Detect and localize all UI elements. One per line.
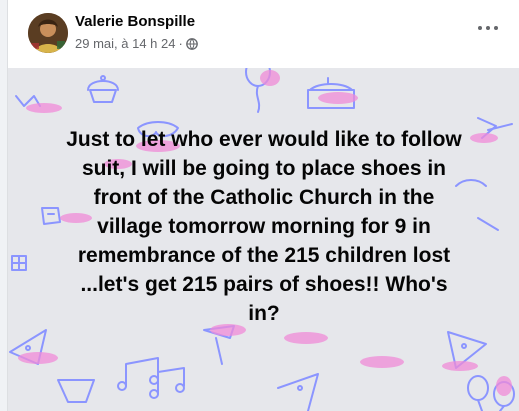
more-options-icon[interactable] [478, 22, 498, 34]
post-text: Just to let who ever would like to follo… [66, 128, 462, 325]
author-avatar[interactable] [28, 13, 68, 53]
author-name[interactable]: Valerie Bonspille [75, 13, 195, 30]
meta-separator: · [178, 36, 183, 51]
post-header: Valerie Bonspille 29 mai, à 14 h 24 · [8, 0, 519, 68]
globe-icon[interactable] [185, 38, 198, 53]
post-card: Valerie Bonspille 29 mai, à 14 h 24 · Ju… [7, 0, 519, 411]
post-background: Just to let who ever would like to follo… [8, 68, 519, 411]
post-meta: 29 mai, à 14 h 24 · [75, 36, 198, 53]
avatar-image [28, 13, 68, 53]
post-timestamp[interactable]: 29 mai, à 14 h 24 [75, 36, 175, 51]
